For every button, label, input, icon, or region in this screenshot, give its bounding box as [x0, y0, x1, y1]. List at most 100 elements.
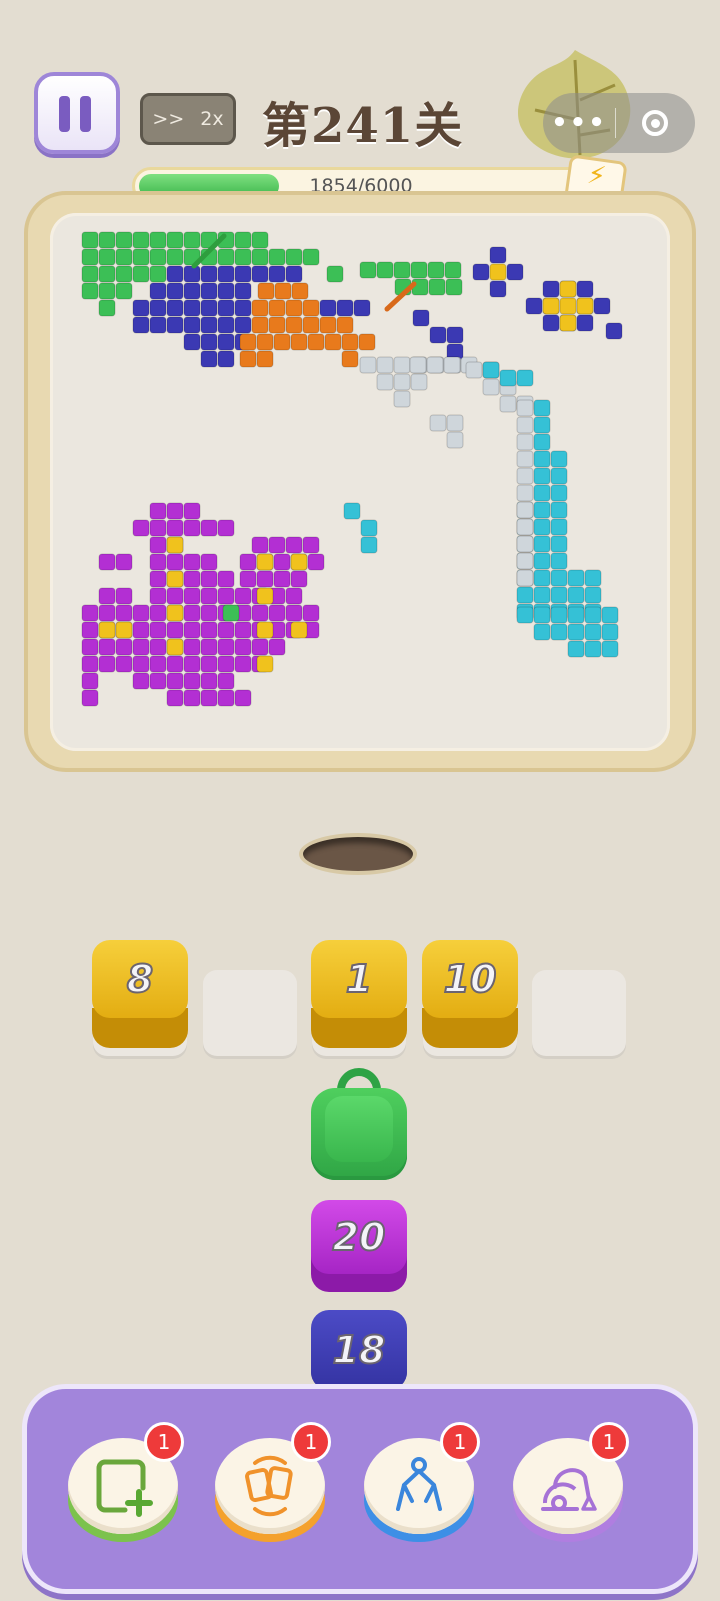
pixel-cell	[285, 587, 303, 605]
pixel-cell	[98, 299, 116, 317]
pixel-cell	[506, 263, 524, 281]
pixel-cell	[132, 519, 150, 537]
pixel-cell	[217, 350, 235, 368]
pixel-cell	[149, 265, 167, 283]
pixel-cell	[285, 299, 303, 317]
vacuum-tool-button[interactable]: 1	[513, 1422, 629, 1542]
pixel-cell	[576, 280, 594, 298]
pixel-cell	[360, 519, 378, 537]
pixel-cell	[234, 587, 252, 605]
queue-block-20[interactable]: 20	[311, 1200, 407, 1292]
pixel-cell	[251, 231, 269, 249]
pixel-cell	[302, 536, 320, 554]
pixel-cell	[183, 502, 201, 520]
pixel-cell	[81, 265, 99, 283]
pixel-cell	[200, 621, 218, 639]
pixel-cell	[550, 586, 568, 604]
pixel-cell	[429, 326, 447, 344]
shuffle-tool-button[interactable]: 1	[215, 1422, 331, 1542]
pixel-cell	[183, 587, 201, 605]
pixel-cell	[550, 501, 568, 519]
pixel-cell	[601, 640, 619, 658]
pixel-cell	[550, 623, 568, 641]
pixel-cell	[149, 621, 167, 639]
pixel-cell	[166, 672, 184, 690]
pixel-cell	[234, 282, 252, 300]
pixel-cell	[409, 356, 427, 374]
pixel-cell	[516, 467, 534, 485]
claw-tool-button[interactable]: 1	[364, 1422, 480, 1542]
pixel-cell	[533, 433, 551, 451]
pixel-cell	[482, 378, 500, 396]
pixel-cell	[149, 248, 167, 266]
pixel-cell	[200, 282, 218, 300]
vacuum-icon	[541, 1468, 597, 1511]
pixel-cell	[393, 390, 411, 408]
pixel-cell	[256, 655, 274, 673]
pixel-cell	[183, 299, 201, 317]
pixel-cell	[256, 350, 274, 368]
pixel-cell	[516, 552, 534, 570]
pixel-cell	[358, 333, 376, 351]
pixel-cell	[251, 638, 269, 656]
block-number: 20	[332, 1214, 387, 1260]
pixel-cell	[200, 655, 218, 673]
pixel-cell	[307, 333, 325, 351]
pixel-cell	[533, 623, 551, 641]
pixel-cell	[149, 282, 167, 300]
add-slot-tool-button[interactable]: 1	[68, 1422, 184, 1542]
pixel-cell	[183, 604, 201, 622]
pixel-cell	[234, 621, 252, 639]
pixel-cell	[132, 299, 150, 317]
pixel-cell	[251, 316, 269, 334]
pixel-cell	[525, 297, 543, 315]
pixel-cell	[550, 606, 568, 624]
pixel-cell	[81, 621, 99, 639]
pixel-cell	[132, 638, 150, 656]
pixel-cell	[336, 316, 354, 334]
pixel-cell	[234, 231, 252, 249]
pixel-cell	[290, 553, 308, 571]
pixel-cell	[200, 638, 218, 656]
tray-block-1[interactable]: 1	[311, 940, 407, 1048]
pixel-cell	[149, 519, 167, 537]
pixel-cell	[98, 587, 116, 605]
pixel-cell	[200, 299, 218, 317]
pixel-cell	[516, 586, 534, 604]
pixel-cell	[115, 638, 133, 656]
pixel-cell	[200, 553, 218, 571]
block-number: 8	[126, 956, 154, 1002]
pixel-cell	[516, 518, 534, 536]
block-number: 18	[332, 1327, 387, 1373]
pixel-cell	[98, 265, 116, 283]
pixel-cell	[222, 604, 240, 622]
pixel-cell	[533, 552, 551, 570]
pixel-cell	[489, 263, 507, 281]
pixel-cell	[285, 316, 303, 334]
pixel-cell	[285, 536, 303, 554]
pixel-cell	[183, 231, 201, 249]
pixel-cell	[319, 299, 337, 317]
pixel-cell	[183, 621, 201, 639]
pixel-cell	[166, 689, 184, 707]
pixel-cell	[533, 586, 551, 604]
pixel-cell	[290, 333, 308, 351]
pixel-cell	[472, 263, 490, 281]
pixel-cell	[550, 450, 568, 468]
pixel-cell	[567, 640, 585, 658]
pixel-cell	[132, 265, 150, 283]
pixel-cell	[239, 553, 257, 571]
tray-block-8[interactable]: 8	[92, 940, 188, 1048]
pixel-cell	[149, 316, 167, 334]
pixel-cell	[393, 373, 411, 391]
pixel-cell	[200, 350, 218, 368]
pixel-cell	[166, 231, 184, 249]
queue-bag-block[interactable]	[311, 1068, 407, 1180]
queue-block-18[interactable]: 18	[311, 1310, 407, 1390]
tray-slot	[203, 970, 297, 1056]
pixel-cell	[360, 536, 378, 554]
pixel-cell	[326, 265, 344, 283]
pixel-cell	[81, 689, 99, 707]
pixel-cell	[183, 333, 201, 351]
tray-block-10[interactable]: 10	[422, 940, 518, 1048]
